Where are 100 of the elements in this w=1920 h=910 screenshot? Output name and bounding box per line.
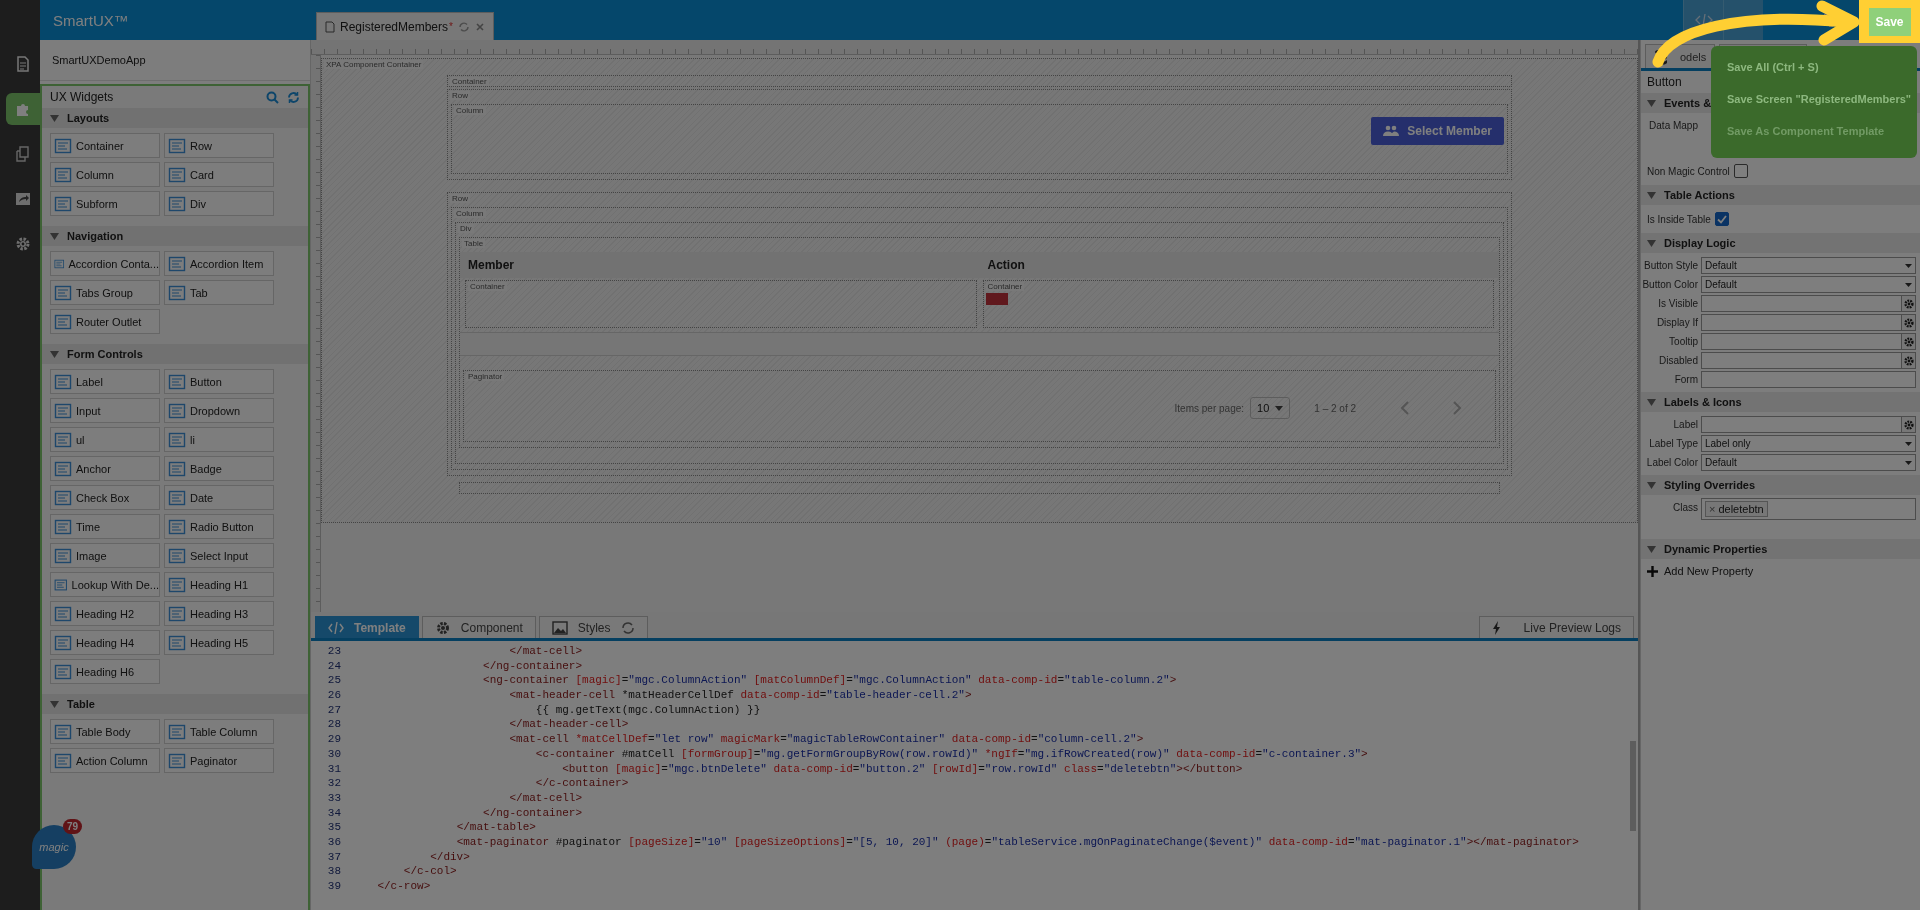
checkbox[interactable] bbox=[1733, 164, 1748, 178]
widget-tile[interactable]: Input bbox=[50, 398, 160, 423]
widget-tile[interactable]: Time bbox=[50, 514, 160, 539]
add-property-link[interactable]: Add New Property bbox=[1641, 562, 1916, 580]
div-box[interactable]: Div Table Member Action Container Container Paginator Items per page: 10 1 – 2 of 2 bbox=[455, 222, 1504, 464]
widget-tile[interactable]: Table Column bbox=[164, 719, 274, 744]
settings-button[interactable] bbox=[1902, 416, 1916, 433]
column-header: Action bbox=[986, 258, 1026, 272]
section-header[interactable]: Labels & Icons bbox=[1641, 392, 1920, 412]
row-box[interactable]: Row Column Div Table Member Action Container Container Paginator Items per page: 10 1 – 2 of 2 bbox=[447, 192, 1512, 476]
scrollbar[interactable] bbox=[1630, 741, 1636, 831]
component-container[interactable]: XPA Component Container Container Row Column Select Member Row Column Div Table Member Action Container Container Paginator Items per page: 10 1 – 2 of 2 bbox=[321, 58, 1638, 523]
widget-tile[interactable]: Subform bbox=[50, 191, 160, 216]
group-header[interactable]: Form Controls bbox=[42, 344, 308, 364]
widget-tile[interactable]: Router Outlet bbox=[50, 309, 160, 334]
widget-tile[interactable]: Radio Button bbox=[164, 514, 274, 539]
section-header[interactable]: Display Logic bbox=[1641, 233, 1920, 253]
next-icon[interactable] bbox=[1452, 401, 1462, 415]
widget-tile[interactable]: Div bbox=[164, 191, 274, 216]
settings-button[interactable] bbox=[1902, 295, 1916, 312]
class-tag[interactable]: × deletebtn bbox=[1705, 501, 1768, 517]
input-field[interactable] bbox=[1701, 352, 1902, 369]
column-box[interactable]: Column Div Table Member Action Container Container Paginator Items per page: 10 1 – 2 of 2 bbox=[451, 207, 1508, 470]
refresh-icon[interactable] bbox=[287, 90, 300, 104]
widget-tile[interactable]: Accordion Conta... bbox=[50, 251, 160, 276]
input-field[interactable] bbox=[1701, 295, 1902, 312]
section-header[interactable]: Styling Overrides bbox=[1641, 475, 1920, 495]
container-box[interactable]: Container bbox=[447, 75, 1512, 87]
widget-tile[interactable]: Anchor bbox=[50, 456, 160, 481]
dropdown-field[interactable]: Label only bbox=[1701, 435, 1916, 452]
widget-tile[interactable]: Container bbox=[50, 133, 160, 158]
caret-icon bbox=[1905, 282, 1912, 287]
widget-tile[interactable]: Date bbox=[164, 485, 274, 510]
live-preview-logs-button[interactable]: Live Preview Logs bbox=[1478, 616, 1634, 638]
remove-icon[interactable]: × bbox=[1709, 503, 1716, 515]
widget-tile[interactable]: Column bbox=[50, 162, 160, 187]
widget-tile[interactable]: Card bbox=[164, 162, 274, 187]
group-header[interactable]: Table bbox=[42, 694, 308, 714]
table-box[interactable]: Table Member Action Container Container Paginator Items per page: 10 1 – 2 of 2 bbox=[459, 237, 1500, 448]
widget-tile[interactable]: Heading H4 bbox=[50, 630, 160, 655]
input-field[interactable] bbox=[1701, 416, 1902, 433]
container-box[interactable] bbox=[459, 482, 1500, 494]
close-icon[interactable] bbox=[474, 21, 485, 32]
widget-tile[interactable]: Dropdown bbox=[164, 398, 274, 423]
widget-tile[interactable]: Accordion Item bbox=[164, 251, 274, 276]
widget-tile[interactable]: ul bbox=[50, 427, 160, 452]
sidebar-tab[interactable] bbox=[6, 93, 40, 125]
group-header[interactable]: Layouts bbox=[42, 108, 308, 128]
editor-tab[interactable]: Template bbox=[315, 616, 419, 638]
input-field[interactable] bbox=[1701, 333, 1902, 350]
widget-tile[interactable]: Label bbox=[50, 369, 160, 394]
widget-tile[interactable]: Tabs Group bbox=[50, 280, 160, 305]
tile-label: Select Input bbox=[190, 549, 249, 562]
checkbox[interactable] bbox=[1714, 212, 1729, 226]
widget-tile[interactable]: Check Box bbox=[50, 485, 160, 510]
widget-tile[interactable]: Action Column bbox=[50, 748, 160, 773]
editor-tab[interactable]: Styles bbox=[538, 616, 648, 638]
previous-icon[interactable] bbox=[1400, 401, 1410, 415]
input-field[interactable] bbox=[1701, 371, 1916, 388]
settings-button[interactable] bbox=[1902, 314, 1916, 331]
widget-tile[interactable]: Select Input bbox=[164, 543, 274, 568]
group-header[interactable]: Navigation bbox=[42, 226, 308, 246]
widget-tile[interactable]: Heading H5 bbox=[164, 630, 274, 655]
page-size-select[interactable]: 10 bbox=[1250, 397, 1291, 419]
widget-tile[interactable]: Heading H6 bbox=[50, 659, 160, 684]
dropdown-field[interactable]: Default bbox=[1701, 276, 1916, 293]
panel-title: UX Widgets bbox=[50, 90, 115, 104]
cell-container[interactable]: Container bbox=[465, 280, 977, 328]
widget-tile[interactable]: Row bbox=[164, 133, 274, 158]
tag-input-field[interactable]: × deletebtn bbox=[1701, 498, 1916, 520]
dropdown-field[interactable]: Default bbox=[1701, 257, 1916, 274]
widget-tile[interactable]: Heading H1 bbox=[164, 572, 274, 597]
search-icon[interactable] bbox=[266, 90, 279, 104]
column-box[interactable]: Column Select Member bbox=[451, 104, 1508, 174]
delete-button[interactable] bbox=[985, 293, 1008, 305]
settings-button[interactable] bbox=[1902, 352, 1916, 369]
select-member-button[interactable]: Select Member bbox=[1371, 117, 1504, 145]
widget-tile[interactable]: Table Body bbox=[50, 719, 160, 744]
widget-tile[interactable]: li bbox=[164, 427, 274, 452]
section-header[interactable]: Table Actions bbox=[1641, 185, 1920, 205]
dropdown-field[interactable]: Default bbox=[1701, 454, 1916, 471]
widget-tile[interactable]: Badge bbox=[164, 456, 274, 481]
widget-tile[interactable]: Heading H2 bbox=[50, 601, 160, 626]
tile-label: Button bbox=[190, 375, 222, 388]
settings-button[interactable] bbox=[1902, 333, 1916, 350]
menu-item[interactable]: Save Screen "RegisteredMembers" bbox=[1711, 88, 1917, 120]
editor-tab[interactable]: Component bbox=[421, 616, 536, 638]
frame-icon bbox=[168, 459, 186, 478]
widget-tile[interactable]: Lookup With De... bbox=[50, 572, 160, 597]
widget-tile[interactable]: Image bbox=[50, 543, 160, 568]
widget-tile[interactable]: Tab bbox=[164, 280, 274, 305]
section-header[interactable]: Dynamic Properties bbox=[1641, 539, 1920, 559]
paginator-box[interactable]: Paginator Items per page: 10 1 – 2 of 2 bbox=[463, 370, 1496, 442]
input-field[interactable] bbox=[1701, 314, 1902, 331]
refresh-icon[interactable] bbox=[457, 20, 470, 33]
widget-tile[interactable]: Heading H3 bbox=[164, 601, 274, 626]
widget-tile[interactable]: Paginator bbox=[164, 748, 274, 773]
row-box[interactable]: Row Column Select Member bbox=[447, 89, 1512, 180]
widget-tile[interactable]: Button bbox=[164, 369, 274, 394]
cell-container[interactable]: Container bbox=[982, 280, 1494, 328]
